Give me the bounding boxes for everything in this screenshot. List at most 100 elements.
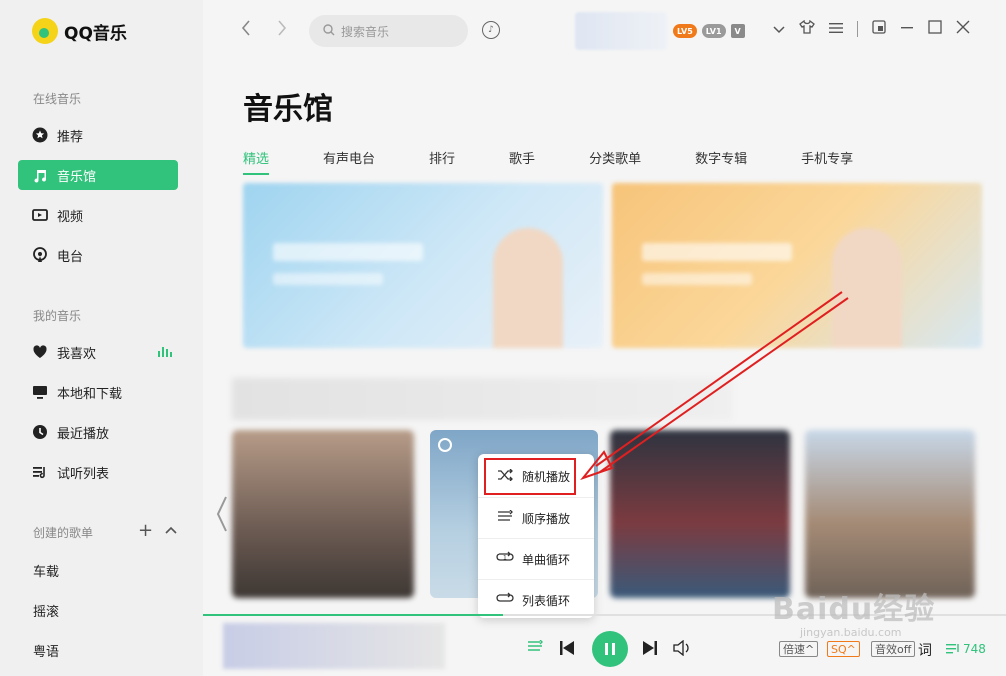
menu-item-repeat-one[interactable]: 1 单曲循环: [478, 538, 594, 579]
playlist-item-cantonese[interactable]: 粤语: [33, 641, 59, 660]
section-title-created: 创建的歌单: [33, 526, 94, 540]
banner-text-placeholder: [642, 273, 752, 285]
quality-button[interactable]: SQ ^: [827, 641, 860, 657]
sidebar-item-recent[interactable]: 最近播放: [18, 417, 178, 447]
sidebar: QQ音乐 在线音乐 推荐 音乐馆 视频 电台 我的音乐 我喜欢 本地和下载 最近…: [0, 0, 203, 676]
pause-button[interactable]: [592, 631, 628, 667]
sidebar-item-favorites[interactable]: 我喜欢: [18, 337, 178, 367]
tab-featured[interactable]: 精选: [243, 148, 270, 175]
chevron-down-icon[interactable]: [773, 20, 785, 38]
page-title: 音乐馆: [243, 92, 333, 127]
video-icon: [32, 207, 48, 223]
app-name: QQ音乐: [64, 23, 127, 44]
next-track-icon[interactable]: [642, 640, 658, 660]
add-playlist-icon[interactable]: +: [138, 520, 153, 542]
menu-item-label: 顺序播放: [522, 511, 571, 526]
sidebar-item-label: 视频: [57, 209, 84, 225]
sidebar-item-label: 本地和下载: [57, 386, 123, 402]
banner-artist-image: [832, 228, 902, 348]
menu-item-label: 列表循环: [522, 593, 571, 608]
playlist-button[interactable]: 748: [946, 642, 986, 656]
sidebar-item-label: 推荐: [57, 129, 84, 145]
mini-mode-icon[interactable]: [872, 20, 886, 38]
repeat-list-icon: [496, 591, 514, 609]
tab-singers[interactable]: 歌手: [509, 148, 535, 175]
featured-banner[interactable]: [243, 183, 603, 348]
lyrics-button[interactable]: 词: [918, 640, 932, 660]
playlist-card[interactable]: [805, 430, 975, 598]
playback-speed-button[interactable]: 倍速 ^: [779, 641, 819, 657]
vip-badge[interactable]: V: [730, 24, 745, 38]
carousel-prev-icon[interactable]: [216, 496, 228, 539]
sidebar-item-label: 我喜欢: [57, 346, 97, 362]
toolbar-divider: [857, 21, 858, 37]
forward-arrow-icon[interactable]: [277, 20, 287, 41]
sidebar-item-music-hall[interactable]: 音乐馆: [18, 160, 178, 190]
sidebar-item-radio[interactable]: 电台: [18, 240, 178, 270]
window-toolbar: [773, 19, 970, 38]
created-playlist-actions: +: [138, 520, 177, 542]
monitor-icon: [32, 384, 48, 400]
section-header-blurred: [232, 378, 732, 420]
playlist-queue-icon: [946, 644, 959, 654]
minimize-icon[interactable]: [900, 20, 914, 38]
tab-category-playlists[interactable]: 分类歌单: [589, 148, 641, 175]
playlist-item-rock[interactable]: 摇滚: [33, 601, 59, 620]
voice-search-icon[interactable]: ♪: [482, 21, 500, 39]
category-tabs: 精选 有声电台 排行 歌手 分类歌单 数字专辑 手机专享: [243, 148, 853, 175]
baidu-watermark-url: jingyan.baidu.com: [800, 626, 902, 639]
featured-banner[interactable]: [612, 183, 982, 348]
repeat-one-icon: 1: [496, 550, 514, 568]
playlist-icon: [32, 464, 48, 480]
banner-text-placeholder: [273, 243, 423, 261]
tab-digital-albums[interactable]: 数字专辑: [695, 148, 747, 175]
sidebar-item-local-download[interactable]: 本地和下载: [18, 377, 178, 407]
section-title-online: 在线音乐: [33, 92, 82, 106]
search-input[interactable]: 搜索音乐: [341, 23, 389, 40]
star-icon: [32, 127, 48, 143]
tab-mobile-exclusive[interactable]: 手机专享: [801, 148, 853, 175]
sidebar-item-video[interactable]: 视频: [18, 200, 178, 230]
app-logo[interactable]: QQ音乐: [32, 18, 127, 44]
search-box[interactable]: 搜索音乐: [309, 15, 468, 47]
volume-icon[interactable]: [673, 639, 691, 660]
maximize-icon[interactable]: [928, 20, 942, 38]
top-bar: 搜索音乐 ♪ LV5 LV1 V: [203, 0, 1006, 62]
playlist-item-car[interactable]: 车载: [33, 561, 59, 580]
music-note-icon: [32, 167, 48, 183]
sound-effect-button[interactable]: 音效off: [871, 641, 916, 657]
sidebar-item-label: 最近播放: [57, 426, 110, 442]
quality-label: SQ: [831, 642, 847, 656]
user-avatar[interactable]: [575, 12, 667, 50]
menu-icon[interactable]: [829, 20, 843, 38]
tab-audio-radio[interactable]: 有声电台: [323, 148, 375, 175]
highlight-annotation-box: [484, 458, 576, 495]
play-mode-icon[interactable]: [527, 639, 543, 658]
close-icon[interactable]: [956, 20, 970, 38]
playlist-card[interactable]: [232, 430, 414, 598]
playlist-count: 748: [963, 642, 986, 656]
search-icon: [323, 23, 335, 39]
skin-shirt-icon[interactable]: [799, 19, 815, 38]
globe-icon: [438, 438, 452, 452]
sidebar-item-label: 音乐馆: [57, 169, 97, 185]
now-playing-info[interactable]: [223, 623, 445, 669]
previous-track-icon[interactable]: [559, 640, 575, 660]
now-playing-bars-icon: [158, 347, 172, 357]
menu-item-label: 单曲循环: [522, 552, 571, 567]
level-badge[interactable]: LV5: [673, 24, 697, 38]
banner-artist-image: [493, 228, 563, 348]
sidebar-item-label: 电台: [57, 249, 84, 265]
speed-label: 倍速: [783, 643, 805, 656]
sidebar-item-recommend[interactable]: 推荐: [18, 120, 178, 150]
back-arrow-icon[interactable]: [241, 20, 251, 41]
sequential-icon: [496, 509, 514, 526]
speed-level-badge[interactable]: LV1: [701, 24, 726, 38]
tab-charts[interactable]: 排行: [429, 148, 455, 175]
menu-item-sequential[interactable]: 顺序播放: [478, 497, 594, 538]
collapse-chevron-icon[interactable]: [165, 520, 177, 542]
playlist-card[interactable]: [610, 430, 790, 598]
radio-icon: [32, 247, 48, 263]
sidebar-item-trial-list[interactable]: 试听列表: [18, 457, 178, 487]
section-title-my-music: 我的音乐: [33, 309, 82, 323]
